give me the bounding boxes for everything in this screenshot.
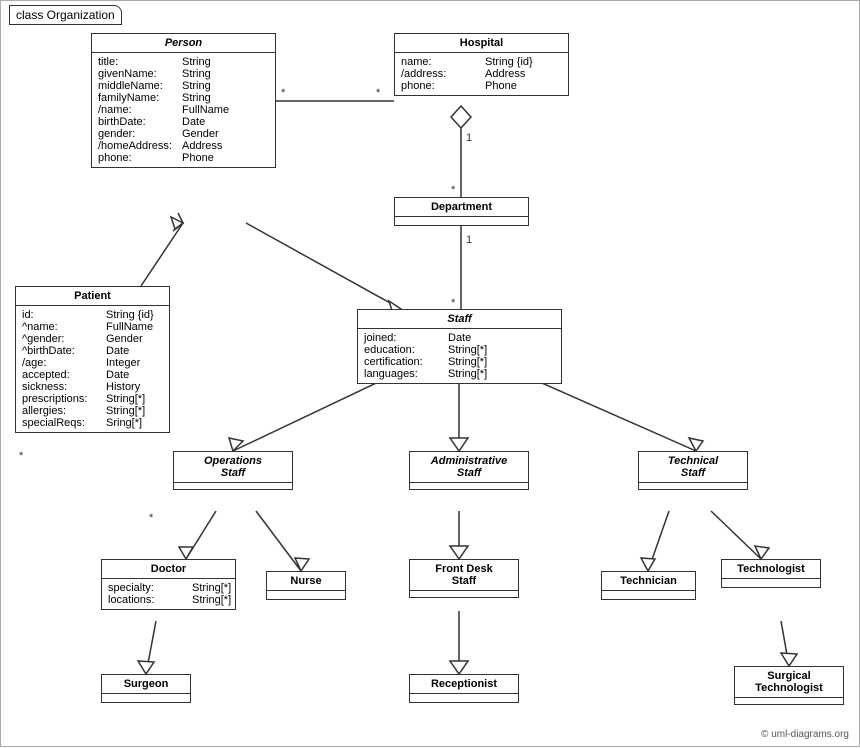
class-nurse: Nurse — [266, 571, 346, 600]
class-patient-attrs: id:String {id} ^name:FullName ^gender:Ge… — [16, 306, 169, 432]
class-staff-name: Staff — [358, 310, 561, 329]
class-operations-staff: Operations Staff — [173, 451, 293, 490]
class-department-name: Department — [395, 198, 528, 217]
class-administrative-staff: Administrative Staff — [409, 451, 529, 490]
copyright: © uml-diagrams.org — [761, 729, 849, 740]
svg-text:1: 1 — [466, 234, 472, 246]
class-operations-staff-attrs — [174, 483, 292, 489]
class-receptionist-name: Receptionist — [410, 675, 518, 694]
svg-text:*: * — [451, 184, 456, 196]
svg-text:1: 1 — [466, 132, 472, 144]
class-department-attrs — [395, 217, 528, 225]
class-doctor-name: Doctor — [102, 560, 235, 579]
class-receptionist-attrs — [410, 694, 518, 702]
class-person: Person title:String givenName:String mid… — [91, 33, 276, 168]
class-surgical-technologist-name: Surgical Technologist — [735, 667, 843, 698]
svg-text:*: * — [149, 512, 154, 524]
class-staff: Staff joined:Date education:String[*] ce… — [357, 309, 562, 384]
class-technologist-attrs — [722, 579, 820, 587]
class-technical-staff: Technical Staff — [638, 451, 748, 490]
class-technical-staff-name: Technical Staff — [639, 452, 747, 483]
class-operations-staff-name: Operations Staff — [174, 452, 292, 483]
svg-text:*: * — [451, 297, 456, 309]
class-nurse-name: Nurse — [267, 572, 345, 591]
svg-text:*: * — [376, 87, 381, 99]
class-hospital-attrs: name:String {id} /address:Address phone:… — [395, 53, 568, 95]
class-technologist: Technologist — [721, 559, 821, 588]
class-doctor: Doctor specialty:String[*] locations:Str… — [101, 559, 236, 610]
svg-text:*: * — [281, 87, 286, 99]
class-front-desk-staff: Front Desk Staff — [409, 559, 519, 598]
class-hospital: Hospital name:String {id} /address:Addre… — [394, 33, 569, 96]
class-surgical-technologist: Surgical Technologist — [734, 666, 844, 705]
class-patient: Patient id:String {id} ^name:FullName ^g… — [15, 286, 170, 433]
class-front-desk-staff-attrs — [410, 591, 518, 597]
class-doctor-attrs: specialty:String[*] locations:String[*] — [102, 579, 235, 609]
class-person-name: Person — [92, 34, 275, 53]
class-administrative-staff-name: Administrative Staff — [410, 452, 528, 483]
class-technician-name: Technician — [602, 572, 695, 591]
class-technician-attrs — [602, 591, 695, 599]
class-surgeon-attrs — [102, 694, 190, 702]
diagram-container: class Organization * * 1 * 1 * — [0, 0, 860, 747]
class-technical-staff-attrs — [639, 483, 747, 489]
class-technologist-name: Technologist — [722, 560, 820, 579]
class-nurse-attrs — [267, 591, 345, 599]
class-technician: Technician — [601, 571, 696, 600]
class-department: Department — [394, 197, 529, 226]
svg-text:*: * — [19, 450, 24, 462]
class-surgical-technologist-attrs — [735, 698, 843, 704]
diagram-title: class Organization — [9, 5, 122, 25]
class-hospital-name: Hospital — [395, 34, 568, 53]
class-administrative-staff-attrs — [410, 483, 528, 489]
class-surgeon: Surgeon — [101, 674, 191, 703]
class-patient-name: Patient — [16, 287, 169, 306]
class-receptionist: Receptionist — [409, 674, 519, 703]
class-person-attrs: title:String givenName:String middleName… — [92, 53, 275, 167]
class-front-desk-staff-name: Front Desk Staff — [410, 560, 518, 591]
class-staff-attrs: joined:Date education:String[*] certific… — [358, 329, 561, 383]
class-surgeon-name: Surgeon — [102, 675, 190, 694]
